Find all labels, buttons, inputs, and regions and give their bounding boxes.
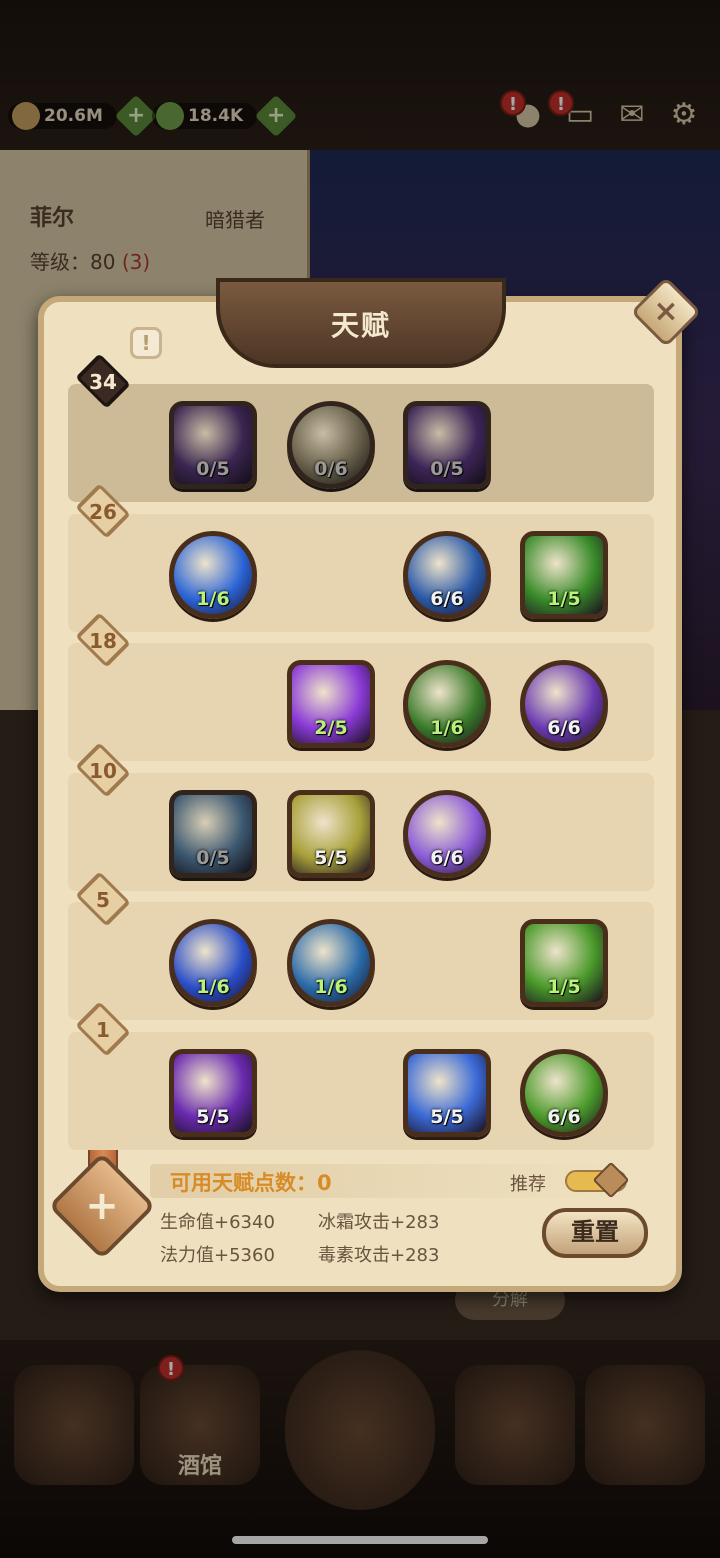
tier-level-marker: 18 bbox=[75, 612, 131, 668]
talent-skill-progress: 5/5 bbox=[196, 1105, 230, 1128]
talent-skill-icon[interactable]: 1/6 bbox=[169, 530, 257, 619]
info-icon[interactable]: ! bbox=[130, 327, 162, 359]
stat-frost: 冰霜攻击+283 bbox=[318, 1212, 440, 1233]
tier-level-marker: 10 bbox=[75, 741, 131, 798]
tier-level-number: 1 bbox=[96, 1017, 110, 1042]
tier-level-marker: 26 bbox=[75, 482, 131, 539]
talent-skill-progress: 0/6 bbox=[314, 458, 348, 480]
talent-skill-icon[interactable]: 6/6 bbox=[520, 1048, 608, 1137]
talent-skill-progress: 6/6 bbox=[430, 846, 464, 869]
talent-skill-progress: 1/5 bbox=[547, 976, 581, 998]
tier-level-marker: 5 bbox=[75, 871, 131, 927]
talent-skill-icon[interactable]: 5/5 bbox=[169, 1048, 257, 1137]
talent-skill-icon[interactable]: 6/6 bbox=[520, 660, 608, 748]
talent-skill-progress: 1/6 bbox=[314, 976, 348, 998]
talent-skill-icon[interactable]: 1/5 bbox=[520, 919, 608, 1007]
talent-skill-icon[interactable]: 1/6 bbox=[169, 919, 257, 1007]
talent-skill-icon[interactable]: 1/5 bbox=[520, 530, 608, 619]
tier-level-marker: 34 bbox=[75, 353, 131, 409]
recommend-label: 推荐 bbox=[510, 1174, 546, 1195]
tier-level-number: 34 bbox=[89, 370, 117, 394]
talent-skill-progress: 1/6 bbox=[196, 976, 230, 998]
talent-skill-progress: 5/5 bbox=[314, 846, 348, 869]
reset-button[interactable]: 重置 bbox=[542, 1208, 648, 1258]
tier-level-number: 10 bbox=[89, 758, 117, 783]
talent-skill-progress: 0/5 bbox=[430, 458, 464, 480]
talent-skill-progress: 6/6 bbox=[547, 1105, 581, 1128]
talent-skill-progress: 6/6 bbox=[547, 717, 581, 739]
talent-skill-icon[interactable]: 5/5 bbox=[403, 1048, 491, 1137]
tier-level-number: 26 bbox=[89, 499, 117, 524]
stat-hp: 生命值+6340 bbox=[160, 1212, 275, 1233]
talent-skill-progress: 1/6 bbox=[196, 587, 230, 610]
tier-level-number: 5 bbox=[96, 888, 110, 912]
talent-skill-icon[interactable]: 0/5 bbox=[169, 789, 257, 878]
talent-skill-icon[interactable]: 6/6 bbox=[403, 789, 491, 878]
talent-skill-progress: 0/5 bbox=[196, 846, 230, 869]
talent-skill-icon[interactable]: 6/6 bbox=[403, 530, 491, 619]
talent-skill-icon[interactable]: 2/5 bbox=[287, 660, 375, 748]
close-icon[interactable]: × bbox=[641, 287, 691, 337]
talent-skill-icon[interactable]: 1/6 bbox=[403, 660, 491, 748]
stat-poison: 毒素攻击+283 bbox=[318, 1245, 440, 1266]
plus-icon[interactable]: + bbox=[64, 1168, 140, 1244]
talent-skill-progress: 5/5 bbox=[430, 1105, 464, 1128]
talent-skill-icon[interactable]: 0/6 bbox=[287, 401, 375, 489]
talent-skill-progress: 1/5 bbox=[547, 587, 581, 610]
available-points: 可用天赋点数：0 bbox=[170, 1171, 332, 1195]
talent-skill-icon[interactable]: 5/5 bbox=[287, 789, 375, 878]
stat-mp: 法力值+5360 bbox=[160, 1245, 275, 1266]
tier-level-number: 18 bbox=[89, 629, 117, 653]
talent-skill-progress: 1/6 bbox=[430, 717, 464, 739]
tier-level-marker: 1 bbox=[75, 1000, 131, 1057]
talent-skill-icon[interactable]: 1/6 bbox=[287, 919, 375, 1007]
panel-title: 天赋 bbox=[330, 309, 391, 342]
talent-skill-progress: 0/5 bbox=[196, 458, 230, 480]
talent-skill-icon[interactable]: 0/5 bbox=[169, 401, 257, 489]
talent-skill-icon[interactable]: 0/5 bbox=[403, 401, 491, 489]
talent-skill-progress: 6/6 bbox=[430, 587, 464, 610]
talent-skill-progress: 2/5 bbox=[314, 717, 348, 739]
